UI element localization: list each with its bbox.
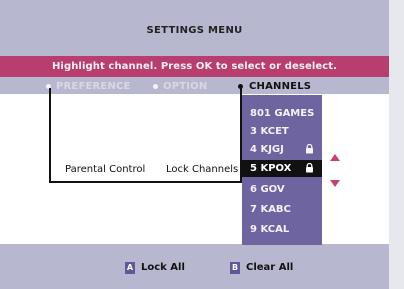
channel-item[interactable]: 5 KPOX xyxy=(242,160,322,177)
settings-panel: SETTINGS MENU Highlight channel. Press O… xyxy=(0,0,389,289)
channel-item[interactable]: 4 KJGJ xyxy=(242,141,322,158)
button-a-badge: A xyxy=(125,262,135,274)
channel-label: 7 KABC xyxy=(250,204,291,215)
button-b-badge: B xyxy=(230,262,240,274)
settings-screen: SETTINGS MENU Highlight channel. Press O… xyxy=(0,0,404,289)
channel-label: 4 KJGJ xyxy=(250,144,284,155)
scroll-up-icon[interactable] xyxy=(330,154,340,161)
clear-all-button[interactable]: B Clear All xyxy=(230,262,300,276)
channel-item[interactable]: 6 GOV xyxy=(242,181,322,198)
padlock-icon xyxy=(306,144,313,154)
tab-bullet-icon xyxy=(153,84,158,89)
scroll-down-icon[interactable] xyxy=(330,180,340,187)
channel-list: 801 GAMES 3 KCET 4 KJGJ 5 KPOX 6 GOV 7 KABC 9 … xyxy=(242,95,322,245)
padlock-icon xyxy=(306,163,313,173)
page-title: SETTINGS MENU xyxy=(146,25,243,36)
lock-channels-label[interactable]: Lock Channels xyxy=(166,164,238,175)
channel-item[interactable]: 9 KCAL xyxy=(242,221,322,238)
channel-label: 9 KCAL xyxy=(250,224,290,235)
channel-label: 3 KCET xyxy=(250,126,289,137)
tab-label: PREFERENCE xyxy=(56,81,131,92)
channel-item[interactable]: 801 GAMES xyxy=(242,105,322,122)
channel-label: 801 GAMES xyxy=(250,108,315,119)
tab-row: PREFERENCE OPTION CHANNELS xyxy=(0,78,389,94)
channel-label: 6 GOV xyxy=(250,184,285,195)
footer-actions: A Lock All B Clear All xyxy=(0,248,389,284)
parental-control-label[interactable]: Parental Control xyxy=(65,164,145,175)
channel-item[interactable]: 7 KABC xyxy=(242,201,322,218)
lock-all-button[interactable]: A Lock All xyxy=(125,262,185,276)
instruction-bar: Highlight channel. Press OK to select or… xyxy=(0,56,389,77)
tree-line xyxy=(49,88,51,183)
clear-all-label: Clear All xyxy=(246,262,294,273)
tab-label: OPTION xyxy=(163,81,208,92)
tab-preference[interactable]: PREFERENCE xyxy=(46,81,144,93)
channel-label: 5 KPOX xyxy=(250,163,292,174)
tab-label: CHANNELS xyxy=(249,81,312,92)
tab-option[interactable]: OPTION xyxy=(153,81,225,93)
tab-channels[interactable]: CHANNELS xyxy=(238,81,319,93)
channel-item[interactable]: 3 KCET xyxy=(242,123,322,140)
tree-line xyxy=(49,181,245,183)
lock-all-label: Lock All xyxy=(141,262,185,273)
